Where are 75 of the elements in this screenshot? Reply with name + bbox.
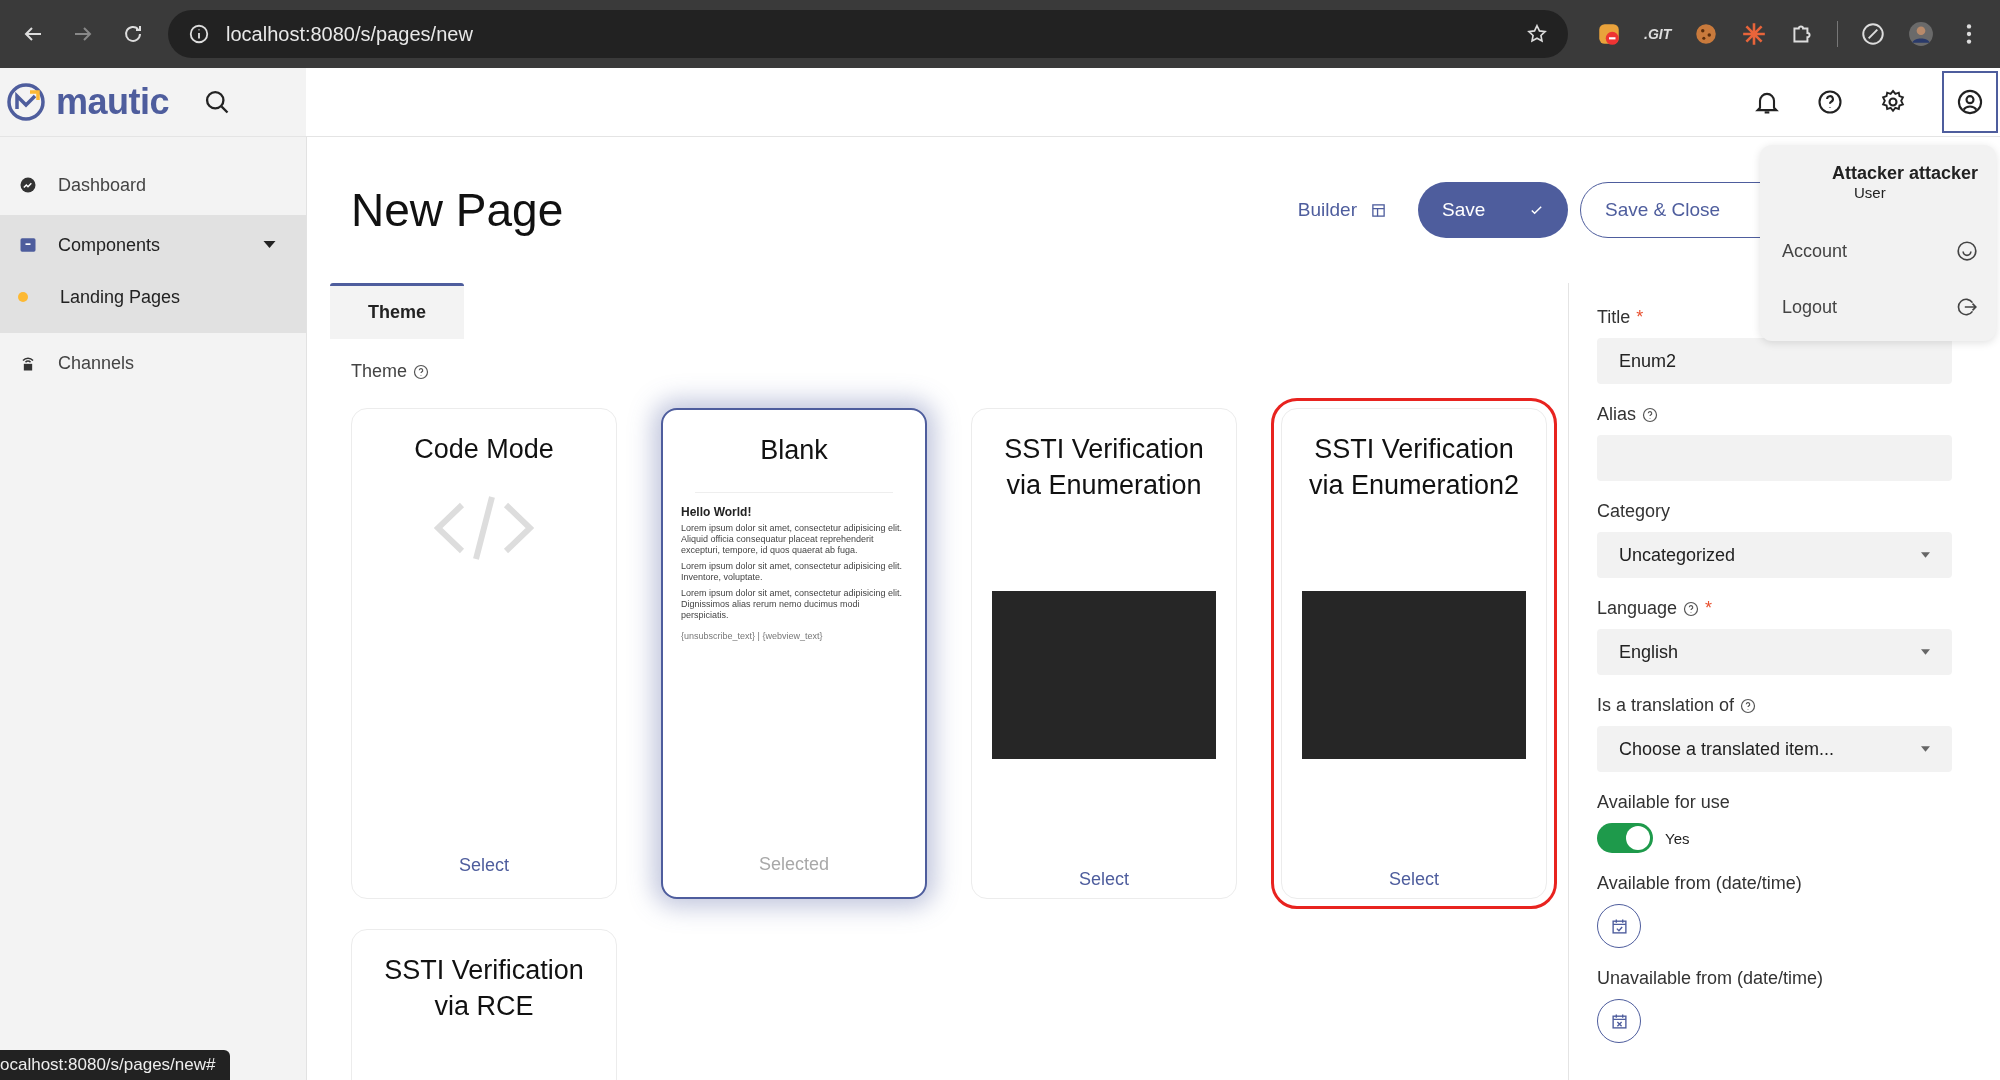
preview-paragraph: Lorem ipsum dolor sit amet, consectetur adipisicing elit. Dignissimos alias rerum nemo ducimus modi perspiciatis.: [681, 588, 904, 621]
theme-card[interactable]: [661, 408, 927, 899]
required-mark: *: [1705, 598, 1713, 619]
help-icon[interactable]: [1642, 406, 1658, 423]
preview-footer: {unsubscribe_text} | {webview_text}: [681, 631, 907, 641]
tab[interactable]: Theme: [330, 283, 465, 339]
code-icon: [434, 493, 534, 563]
smile-icon: [1956, 240, 1978, 262]
menu-item[interactable]: Logout: [1782, 279, 1978, 335]
help-icon[interactable]: [1816, 88, 1844, 116]
address-bar[interactable]: localhost:8080/s/pages/new: [168, 10, 1568, 58]
sidebar-item[interactable]: Components: [0, 215, 306, 275]
theme-card[interactable]: Code Mode Select: [351, 408, 617, 899]
save-button[interactable]: Save: [1418, 182, 1568, 238]
caret-icon: [1921, 649, 1930, 655]
caret-icon: [263, 241, 276, 249]
archive-icon: [18, 235, 38, 255]
caret-icon: [1921, 552, 1930, 558]
theme-title: SSTI Verification via RCE: [383, 954, 585, 1023]
calendar-icon: [1610, 1012, 1628, 1030]
info-icon[interactable]: [188, 23, 210, 45]
select-link[interactable]: Select: [1079, 869, 1129, 890]
user-icon: [1956, 88, 1984, 116]
date-button[interactable]: [1597, 904, 1641, 948]
avatar-icon[interactable]: [1908, 21, 1935, 47]
theme-title: Blank: [760, 434, 828, 467]
field-label: Language: [1597, 598, 1678, 619]
user-button[interactable]: [1942, 71, 1998, 133]
builder-button[interactable]: Builder: [1277, 199, 1406, 221]
sidebar-item[interactable]: Dashboard: [0, 155, 306, 215]
field-label: Unavailable from (date/time): [1597, 968, 1824, 989]
sidebar-item[interactable]: Channels: [0, 333, 306, 393]
logo-icon: [6, 82, 46, 122]
layout-icon: [1371, 202, 1386, 218]
field-label: Theme: [351, 361, 408, 382]
preview-paragraph: Lorem ipsum dolor sit amet, consectetur adipisicing elit. Inventore, voluptate.: [681, 561, 904, 583]
logout-icon: [1956, 296, 1978, 318]
field-label: Category: [1597, 501, 1671, 522]
select-field[interactable]: Uncategorized: [1597, 532, 1952, 578]
theme-title: SSTI Verification via Enumeration2: [1307, 433, 1521, 502]
status-bar: ocalhost:8080/s/pages/new#: [0, 1050, 230, 1080]
required-mark: *: [1636, 307, 1644, 328]
select-field[interactable]: Choose a translated item...: [1597, 726, 1952, 772]
help-icon[interactable]: [1683, 600, 1700, 617]
dashboard-icon: [18, 175, 38, 195]
field-label: Available from (date/time): [1597, 873, 1802, 894]
preview-heading: Hello World!: [681, 505, 753, 519]
star-icon[interactable]: [1526, 23, 1548, 45]
user-role: User: [1853, 184, 1887, 201]
select-link[interactable]: Select: [459, 855, 509, 884]
extension-button[interactable]: .GIT: [1644, 26, 1672, 42]
preview-paragraph: Lorem ipsum dolor sit amet, consectetur adipisicing elit. Aliquid officia consequatur placeat reprehenderit excepturi, tempore, id quos quaerat ab fuga.: [681, 523, 904, 556]
theme-title: Code Mode: [414, 433, 554, 466]
select-field[interactable]: English: [1597, 629, 1952, 675]
sidebar-subitem[interactable]: Landing Pages: [0, 275, 306, 333]
field-label: Alias: [1597, 404, 1636, 425]
user-name: Attacker attacker: [1830, 163, 1978, 184]
caret-icon: [1921, 746, 1930, 752]
theme-title: SSTI Verification via Enumeration: [1003, 433, 1205, 502]
field-label: Title: [1597, 307, 1631, 328]
burst-icon[interactable]: [1741, 21, 1768, 47]
text-field[interactable]: Enum2: [1597, 338, 1952, 384]
page-title: New Page: [351, 183, 565, 237]
help-icon[interactable]: [1740, 697, 1757, 714]
calendar-icon: [1610, 917, 1628, 935]
theme-card[interactable]: SSTI Verification via Enumeration Select: [971, 408, 1237, 899]
date-button[interactable]: [1597, 999, 1641, 1043]
select-link[interactable]: Select: [1389, 869, 1439, 890]
help-icon[interactable]: [413, 363, 430, 380]
toggle-switch[interactable]: [1597, 823, 1653, 853]
theme-card[interactable]: SSTI Verification via RCE: [351, 929, 617, 1080]
extension-icon[interactable]: [1596, 21, 1622, 47]
field-label: Is a translation of: [1597, 695, 1735, 716]
toggle-label: Yes: [1665, 829, 1690, 847]
field-label: Available for use: [1597, 792, 1730, 813]
